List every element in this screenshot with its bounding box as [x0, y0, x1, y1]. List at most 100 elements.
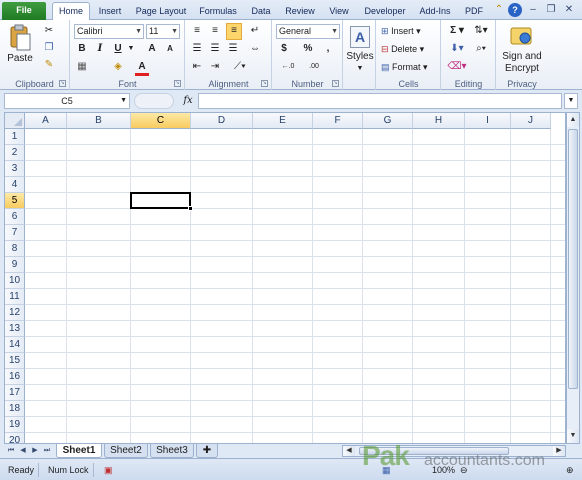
- italic-button[interactable]: I: [93, 42, 107, 56]
- font-size-select[interactable]: 11 ▼: [146, 24, 180, 39]
- orientation-icon[interactable]: ⟋▾: [230, 60, 250, 74]
- restore-window-icon[interactable]: ❐: [544, 3, 558, 17]
- select-all-button[interactable]: [5, 113, 25, 129]
- fill-handle[interactable]: [188, 206, 193, 211]
- row-header-15[interactable]: 15: [5, 353, 25, 369]
- row-header-16[interactable]: 16: [5, 369, 25, 385]
- tab-add-ins[interactable]: Add-Ins: [418, 3, 452, 20]
- expand-formula-bar-icon[interactable]: ▼: [564, 93, 578, 109]
- tab-home[interactable]: Home: [52, 2, 90, 21]
- column-header-j[interactable]: J: [511, 113, 551, 129]
- vertical-scrollbar[interactable]: ▲ ▼: [566, 112, 580, 444]
- row-header-3[interactable]: 3: [5, 161, 25, 177]
- tab-view[interactable]: View: [327, 3, 351, 20]
- scroll-down-icon[interactable]: ▼: [567, 429, 579, 443]
- tab-page-layout[interactable]: Page Layout: [134, 3, 188, 20]
- font-name-select[interactable]: Calibri ▼: [74, 24, 144, 39]
- row-header-20[interactable]: 20: [5, 433, 25, 443]
- number-format-select[interactable]: General ▼: [276, 24, 340, 39]
- find-select-icon[interactable]: ⌕▾: [470, 42, 492, 56]
- insert-sheet-icon[interactable]: ✚: [196, 444, 218, 458]
- delete-cells-button[interactable]: ⊟ Delete ▾: [381, 42, 439, 56]
- first-sheet-icon[interactable]: ⏮: [6, 445, 16, 457]
- last-sheet-icon[interactable]: ⏭: [42, 445, 52, 457]
- increase-decimal-button[interactable]: ←.0: [277, 60, 299, 74]
- copy-icon[interactable]: ❐: [42, 41, 56, 55]
- macro-record-icon[interactable]: ▣: [100, 463, 117, 477]
- vertical-scroll-thumb[interactable]: [568, 129, 578, 389]
- tab-insert[interactable]: Insert: [96, 3, 124, 20]
- comma-button[interactable]: ,: [321, 42, 335, 56]
- column-header-h[interactable]: H: [413, 113, 465, 129]
- font-color-button[interactable]: A: [135, 60, 149, 76]
- underline-button[interactable]: U: [111, 42, 125, 56]
- align-middle-icon[interactable]: ≡: [208, 24, 222, 38]
- row-header-4[interactable]: 4: [5, 177, 25, 193]
- styles-group[interactable]: A Styles ▼: [344, 20, 376, 90]
- paste-icon[interactable]: [8, 24, 32, 52]
- tab-review[interactable]: Review: [284, 3, 316, 20]
- row-header-19[interactable]: 19: [5, 417, 25, 433]
- minimize-ribbon-icon[interactable]: ⌃: [492, 3, 506, 17]
- close-window-icon[interactable]: ✕: [562, 3, 576, 17]
- column-header-a[interactable]: A: [25, 113, 67, 129]
- align-top-icon[interactable]: ≡: [190, 24, 204, 38]
- paste-button[interactable]: Paste: [6, 52, 34, 66]
- chevron-down-icon[interactable]: ▼: [120, 94, 127, 108]
- worksheet-grid[interactable]: ABCDEFGHIJ 1 2 3 4 5 6 7 8 9 10 11 12 13 14 15 16 17 18 19…: [4, 112, 566, 444]
- row-header-8[interactable]: 8: [5, 241, 25, 257]
- row-header-11[interactable]: 11: [5, 289, 25, 305]
- row-header-2[interactable]: 2: [5, 145, 25, 161]
- encrypt-button[interactable]: Encrypt: [497, 62, 547, 76]
- tab-formulas[interactable]: Formulas: [198, 3, 238, 20]
- scroll-left-icon[interactable]: ◀: [343, 446, 355, 456]
- bold-button[interactable]: B: [75, 42, 89, 56]
- percent-button[interactable]: %: [301, 42, 315, 56]
- row-header-14[interactable]: 14: [5, 337, 25, 353]
- column-header-c[interactable]: C: [131, 113, 191, 129]
- minimize-window-icon[interactable]: –: [526, 3, 540, 17]
- wrap-text-icon[interactable]: ↵: [248, 24, 262, 38]
- decrease-indent-icon[interactable]: ⇤: [190, 60, 204, 74]
- format-cells-button[interactable]: ▤ Format ▾: [381, 60, 439, 74]
- column-header-d[interactable]: D: [191, 113, 253, 129]
- tab-file[interactable]: File: [2, 2, 46, 20]
- row-header-9[interactable]: 9: [5, 257, 25, 273]
- column-header-f[interactable]: F: [313, 113, 363, 129]
- tab-developer[interactable]: Developer: [362, 3, 408, 20]
- column-header-i[interactable]: I: [465, 113, 511, 129]
- sort-filter-icon[interactable]: ⇅▾: [470, 24, 492, 38]
- next-sheet-icon[interactable]: ▶: [30, 445, 40, 457]
- sign-encrypt-icon[interactable]: [509, 24, 533, 48]
- currency-button[interactable]: $: [277, 42, 291, 56]
- styles-icon[interactable]: A: [350, 26, 370, 48]
- row-header-7[interactable]: 7: [5, 225, 25, 241]
- increase-indent-icon[interactable]: ⇥: [208, 60, 222, 74]
- prev-sheet-icon[interactable]: ◀: [18, 445, 28, 457]
- grow-font-button[interactable]: A: [145, 42, 159, 56]
- row-header-18[interactable]: 18: [5, 401, 25, 417]
- formula-bar-resize-handle[interactable]: [134, 93, 174, 109]
- align-center-icon[interactable]: ☰: [208, 42, 222, 56]
- alignment-launcher-icon[interactable]: ↘: [261, 80, 268, 87]
- row-header-10[interactable]: 10: [5, 273, 25, 289]
- sheet-tab-sheet1[interactable]: Sheet1: [56, 444, 102, 458]
- active-cell[interactable]: [130, 192, 191, 209]
- zoom-in-icon[interactable]: ⊕: [562, 463, 578, 477]
- name-box[interactable]: C5 ▼: [4, 93, 130, 109]
- autosum-button[interactable]: Σ ▾: [446, 24, 468, 38]
- fill-color-icon[interactable]: ◈: [111, 60, 125, 74]
- row-header-5[interactable]: 5: [5, 193, 25, 209]
- scroll-right-icon[interactable]: ▶: [553, 446, 565, 456]
- merge-center-icon[interactable]: ⇔: [248, 42, 262, 56]
- insert-cells-button[interactable]: ⊞ Insert ▾: [381, 24, 439, 38]
- row-header-17[interactable]: 17: [5, 385, 25, 401]
- clipboard-launcher-icon[interactable]: ↘: [59, 80, 66, 87]
- column-header-b[interactable]: B: [67, 113, 131, 129]
- clear-icon[interactable]: ⌫▾: [446, 60, 468, 74]
- row-header-1[interactable]: 1: [5, 129, 25, 145]
- tab-pdf[interactable]: PDF: [463, 3, 485, 20]
- fill-icon[interactable]: ⬇▾: [446, 42, 468, 56]
- borders-icon[interactable]: ▦: [75, 60, 89, 74]
- column-header-e[interactable]: E: [253, 113, 313, 129]
